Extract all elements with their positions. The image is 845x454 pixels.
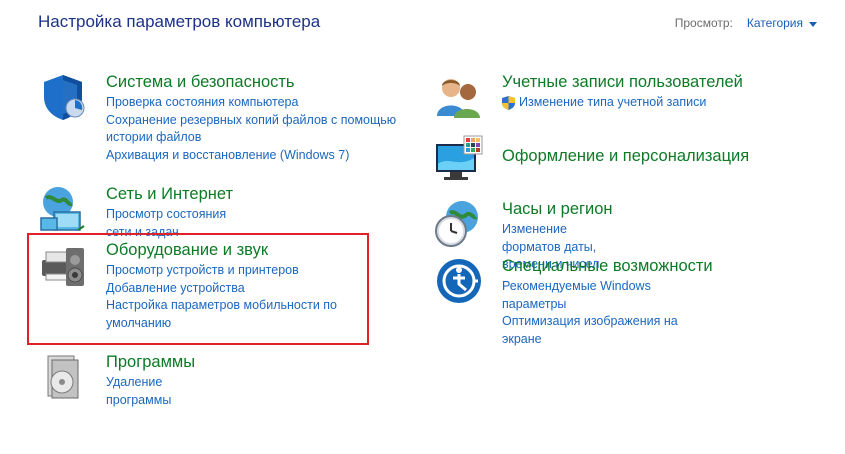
category-title-programs[interactable]: Программы <box>106 352 195 372</box>
programs-disc-icon[interactable] <box>38 352 88 402</box>
uac-shield-icon <box>502 96 515 110</box>
link-change-account-type[interactable]: Изменение типа учетной записи <box>502 94 743 112</box>
category-title-network-internet[interactable]: Сеть и Интернет <box>106 184 233 204</box>
category-title-clock-region[interactable]: Часы и регион <box>502 199 613 219</box>
link-file-history-backup[interactable]: Сохранение резервных копий файлов с помо… <box>106 112 421 147</box>
chevron-down-icon[interactable] <box>809 21 817 27</box>
category-title-appearance[interactable]: Оформление и персонализация <box>502 146 749 166</box>
view-selector: Просмотр: Категория <box>675 16 817 30</box>
monitor-personalization-icon[interactable] <box>434 134 484 184</box>
view-dropdown[interactable]: Категория <box>747 16 803 30</box>
clock-globe-icon[interactable] <box>434 199 484 249</box>
link-uninstall-program[interactable]: Удаление программы <box>106 374 195 409</box>
link-change-account-type-label: Изменение типа учетной записи <box>519 95 707 109</box>
category-title-ease-of-access[interactable]: Специальные возможности <box>502 256 713 276</box>
view-label: Просмотр: <box>674 16 733 30</box>
page-title: Настройка параметров компьютера <box>38 12 321 31</box>
link-optimize-display[interactable]: Оптимизация изображения на экране <box>502 313 713 348</box>
accessibility-icon[interactable] <box>434 256 484 306</box>
shield-security-icon[interactable] <box>38 72 88 122</box>
network-globe-icon[interactable] <box>38 184 88 234</box>
link-recommended-settings[interactable]: Рекомендуемые Windows параметры <box>502 278 713 313</box>
category-title-system-security[interactable]: Система и безопасность <box>106 72 421 92</box>
highlight-frame <box>27 233 369 345</box>
link-check-computer-status[interactable]: Проверка состояния компьютера <box>106 94 421 112</box>
users-icon[interactable] <box>434 72 484 122</box>
category-title-user-accounts[interactable]: Учетные записи пользователей <box>502 72 743 92</box>
link-backup-restore-win7[interactable]: Архивация и восстановление (Windows 7) <box>106 147 421 165</box>
